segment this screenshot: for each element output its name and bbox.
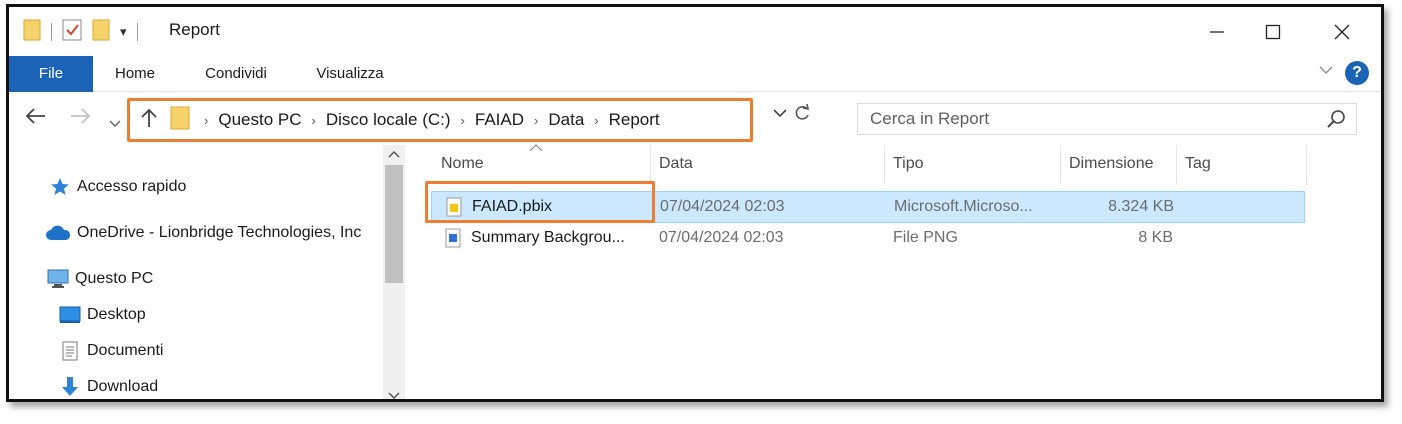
nav-item-questo-pc[interactable]: Questo PC — [47, 265, 153, 293]
address-row: › Questo PC › Disco locale (C:) › FAIAD … — [9, 93, 1381, 143]
file-row-faiad-pbix[interactable]: FAIAD.pbix 07/04/2024 02:03 Microsoft.Mi… — [431, 191, 1305, 223]
breadcrumb-separator: › — [204, 112, 209, 128]
breadcrumb-separator: › — [311, 112, 316, 128]
breadcrumb-data[interactable]: Data — [548, 110, 584, 130]
tab-condividi[interactable]: Condividi — [193, 56, 279, 92]
help-icon[interactable]: ? — [1345, 61, 1369, 85]
minimize-button[interactable] — [1194, 15, 1240, 49]
nav-item-label: Questo PC — [75, 270, 154, 287]
search-input[interactable] — [870, 109, 1310, 129]
download-icon — [59, 376, 81, 398]
scroll-up-icon[interactable] — [388, 147, 400, 161]
forward-button[interactable] — [69, 106, 91, 132]
tab-file[interactable]: File — [9, 56, 93, 92]
separator — [136, 23, 138, 41]
file-name: Summary Backgrou... — [471, 229, 625, 246]
folder-icon[interactable] — [23, 19, 41, 46]
star-icon — [49, 176, 71, 198]
file-row-summary-background[interactable]: Summary Backgrou... 07/04/2024 02:03 Fil… — [431, 223, 1305, 255]
nav-item-desktop[interactable]: Desktop — [59, 301, 146, 329]
scrollbar-thumb[interactable] — [385, 165, 403, 283]
breadcrumb-faiad[interactable]: FAIAD — [475, 110, 524, 130]
breadcrumb-separator: › — [534, 112, 539, 128]
maximize-button[interactable] — [1250, 15, 1296, 49]
scroll-down-icon[interactable] — [388, 389, 400, 399]
new-folder-icon[interactable] — [92, 19, 110, 46]
nav-item-label: Accesso rapido — [77, 178, 187, 195]
cloud-icon — [45, 222, 71, 244]
navigation-scrollbar[interactable] — [383, 145, 405, 399]
title-bar: ▾ Report — [9, 7, 1381, 55]
nav-item-label: Desktop — [87, 306, 146, 323]
properties-icon[interactable] — [62, 19, 82, 46]
folder-icon — [170, 106, 190, 135]
ribbon-tabs: File Home Condividi Visualizza ? — [9, 56, 1381, 92]
tab-home[interactable]: Home — [105, 56, 165, 92]
nav-item-documenti[interactable]: Documenti — [59, 337, 163, 365]
separator — [51, 23, 52, 41]
recent-locations-icon[interactable] — [109, 111, 121, 134]
search-icon[interactable] — [1326, 109, 1346, 134]
file-date: 07/04/2024 02:03 — [660, 198, 785, 215]
png-file-icon — [445, 228, 461, 248]
file-name: FAIAD.pbix — [472, 198, 553, 215]
breadcrumb-disco-locale[interactable]: Disco locale (C:) — [326, 110, 451, 130]
quick-access-toolbar: ▾ — [23, 19, 138, 45]
nav-item-download[interactable]: Download — [59, 373, 159, 399]
close-button[interactable] — [1319, 15, 1365, 49]
file-type: Microsoft.Microso... — [894, 198, 1033, 215]
nav-item-accesso-rapido[interactable]: Accesso rapido — [49, 173, 186, 201]
tab-visualizza[interactable]: Visualizza — [307, 56, 393, 92]
back-button[interactable] — [25, 106, 47, 132]
document-icon — [59, 340, 81, 362]
breadcrumb-questo-pc[interactable]: Questo PC — [218, 110, 301, 130]
nav-item-onedrive[interactable]: OneDrive - Lionbridge Technologies, Inc — [45, 219, 361, 247]
nav-item-label: Documenti — [87, 342, 164, 359]
breadcrumb-report[interactable]: Report — [609, 110, 660, 130]
breadcrumb-separator: › — [594, 112, 599, 128]
search-box[interactable] — [857, 103, 1357, 135]
column-header-data[interactable]: Data — [651, 145, 885, 185]
nav-item-label: Download — [87, 378, 159, 395]
expand-ribbon-icon[interactable] — [1319, 62, 1333, 79]
file-explorer-window: ▾ Report File Home Condividi Visualizza … — [6, 4, 1384, 402]
column-header-tipo[interactable]: Tipo — [885, 145, 1061, 185]
customize-toolbar-icon[interactable]: ▾ — [120, 24, 127, 40]
refresh-icon[interactable] — [793, 103, 811, 128]
pbix-file-icon — [446, 197, 462, 217]
file-size: 8.324 KB — [1108, 198, 1174, 215]
file-type: File PNG — [893, 229, 958, 246]
file-size: 8 KB — [1138, 229, 1173, 246]
address-dropdown-icon[interactable] — [773, 106, 787, 121]
navigation-pane: Accesso rapido OneDrive - Lionbridge Tec… — [9, 145, 383, 399]
up-button[interactable] — [140, 108, 158, 133]
nav-item-label: OneDrive - Lionbridge Technologies, Inc — [77, 224, 362, 241]
window-title: Report — [169, 20, 221, 39]
desktop-icon — [59, 304, 81, 326]
column-header-dimensione[interactable]: Dimensione — [1061, 145, 1177, 185]
breadcrumb[interactable]: › Questo PC › Disco locale (C:) › FAIAD … — [127, 98, 753, 142]
column-header-tag[interactable]: Tag — [1177, 145, 1307, 185]
file-list: Nome Data Tipo Dimensione Tag FAIAD.pbix… — [409, 144, 1381, 399]
breadcrumb-separator: › — [460, 112, 465, 128]
file-date: 07/04/2024 02:03 — [659, 229, 784, 246]
column-header-nome[interactable]: Nome — [433, 145, 651, 185]
computer-icon — [47, 268, 69, 290]
